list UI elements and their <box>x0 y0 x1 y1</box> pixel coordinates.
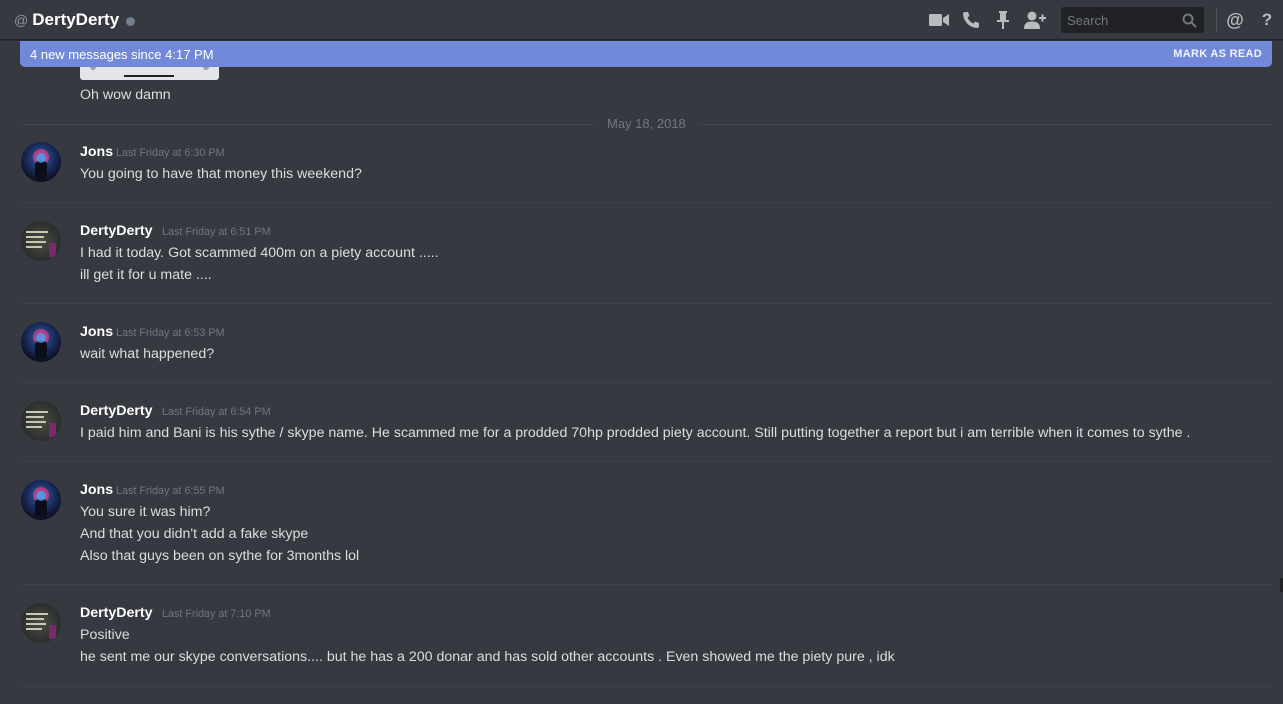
message-timestamp: Last Friday at 6:30 PM <box>116 147 225 159</box>
channel-title: DertyDerty <box>32 9 120 29</box>
avatar[interactable] <box>21 480 61 520</box>
header-toolbar: @ ? <box>923 0 1283 40</box>
offline-status-icon <box>126 16 136 26</box>
pin-icon[interactable] <box>987 0 1019 40</box>
help-icon[interactable]: ? <box>1251 0 1283 40</box>
avatar[interactable] <box>21 142 61 182</box>
message-group-divider <box>20 202 1272 203</box>
avatar[interactable] <box>21 603 61 643</box>
message-text: And that you didn't add a fake skype <box>80 526 309 542</box>
message-timestamp: Last Friday at 6:55 PM <box>116 485 225 497</box>
message-group-divider <box>20 303 1272 304</box>
avatar[interactable] <box>21 221 61 261</box>
message-group-divider <box>20 686 1272 687</box>
message-timestamp: Last Friday at 6:53 PM <box>116 327 225 339</box>
message-text: ill get it for u mate .... <box>80 267 212 283</box>
message-text: wait what happened? <box>80 346 215 362</box>
message-author[interactable]: DertyDerty <box>80 605 153 621</box>
add-friend-icon[interactable] <box>1019 0 1051 40</box>
voice-call-icon[interactable] <box>955 0 987 40</box>
message-text: I paid him and Bani is his sythe / skype… <box>80 425 1191 441</box>
new-messages-text[interactable]: 4 new messages since 4:17 PM <box>30 47 214 62</box>
mention-icon[interactable]: @ <box>1219 0 1251 40</box>
message-timestamp: Last Friday at 7:10 PM <box>162 608 271 620</box>
message-group-divider <box>20 584 1272 585</box>
new-messages-bar[interactable]: 4 new messages since 4:17 PM MARK AS REA… <box>20 41 1272 67</box>
message-text: Oh wow damn <box>80 87 171 103</box>
message-author[interactable]: Jons <box>80 482 113 498</box>
date-divider-label: May 18, 2018 <box>595 116 698 131</box>
channel-header: @ DertyDerty @ ? <box>0 0 1283 40</box>
message-group-divider <box>20 461 1272 462</box>
dm-at-icon: @ <box>14 11 29 28</box>
message-author[interactable]: DertyDerty <box>80 403 153 419</box>
message-text: I had it today. Got scammed 400m on a pi… <box>80 245 439 261</box>
avatar[interactable] <box>21 401 61 441</box>
message-author[interactable]: Jons <box>80 324 113 340</box>
message-author[interactable]: DertyDerty <box>80 223 153 239</box>
avatar[interactable] <box>21 322 61 362</box>
message-text: Also that guys been on sythe for 3months… <box>80 548 360 564</box>
video-call-icon[interactable] <box>923 0 955 40</box>
message-text: You going to have that money this weeken… <box>80 166 362 182</box>
message-group-divider <box>20 382 1272 383</box>
message-text: You sure it was him? <box>80 504 211 520</box>
message-text: he sent me our skype conversations.... b… <box>80 649 895 665</box>
message-timestamp: Last Friday at 6:54 PM <box>162 406 271 418</box>
header-divider <box>1216 8 1217 32</box>
mark-as-read-button[interactable]: MARK AS READ <box>1173 48 1262 60</box>
search-box[interactable] <box>1061 7 1204 33</box>
embed-bar <box>124 75 174 77</box>
search-input[interactable] <box>1061 7 1182 33</box>
message-author[interactable]: Jons <box>80 144 113 160</box>
message-text: Positive <box>80 627 130 643</box>
message-timestamp: Last Friday at 6:51 PM <box>162 226 271 238</box>
search-icon <box>1182 13 1197 28</box>
